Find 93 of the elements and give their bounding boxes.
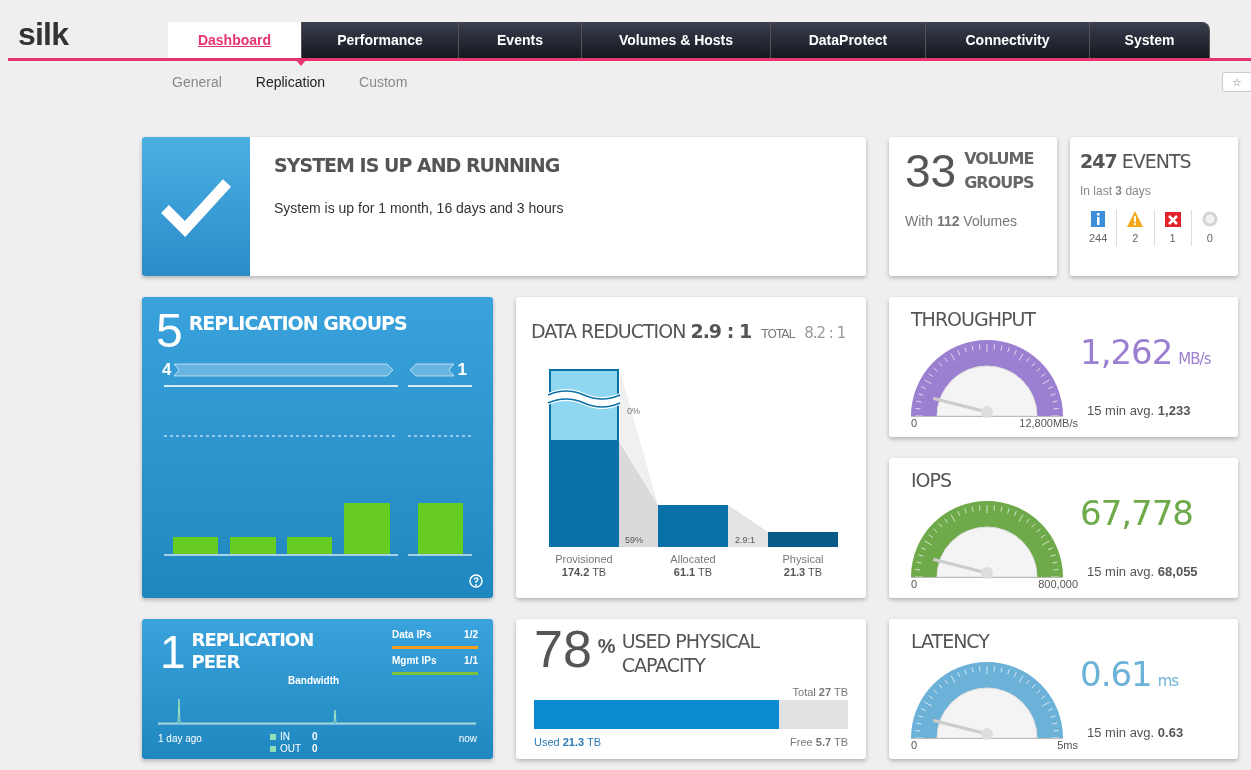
events-period: In last 3 days <box>1080 182 1152 200</box>
legend-label: IN <box>280 731 291 743</box>
legend-label: OUT <box>280 743 303 755</box>
gauge-min: 0 <box>911 418 918 429</box>
incoming-ribbon-icon <box>409 361 456 378</box>
gauge-value: 1,262 <box>1080 335 1173 369</box>
gauge-unit: ms <box>1157 671 1179 692</box>
gauge-unit: MB/s <box>1178 349 1211 370</box>
nav-tab[interactable]: System <box>1090 22 1210 58</box>
legend-swatch-icon <box>270 746 276 752</box>
gauge-needle <box>926 555 993 579</box>
percent-label: 0% <box>627 405 640 418</box>
time-start-label: 1 day ago <box>158 732 202 746</box>
bar <box>173 537 218 554</box>
percent-label: 59% <box>625 534 643 547</box>
capacity-label: USED PHYSICAL CAPACITY <box>621 629 761 677</box>
circle-icon <box>1200 209 1219 228</box>
bar <box>287 537 332 554</box>
event-count: 244 <box>1088 230 1108 246</box>
nav-tab[interactable]: DataProtect <box>771 22 926 58</box>
status-title: SYSTEM IS UP AND RUNNING <box>274 153 561 178</box>
bar <box>230 537 276 554</box>
bar-name: Physical <box>782 553 824 566</box>
percent-sign: % <box>597 634 616 659</box>
legend-value: 0 <box>312 743 318 755</box>
help-icon <box>469 574 483 588</box>
gauge-title: THROUGHPUT <box>911 307 1035 332</box>
total-ratio: 8.2 : 1 <box>804 323 846 344</box>
total-label: TOTAL <box>761 326 795 343</box>
events-title: 247 EVENTS <box>1080 149 1192 174</box>
gauge-needle <box>926 394 993 418</box>
warning-icon <box>1126 209 1145 228</box>
gauge-needle <box>926 716 993 740</box>
time-end-label: now <box>458 732 477 746</box>
nav-tab[interactable]: Dashboard <box>168 22 302 58</box>
volume-count-text: With 112 Volumes <box>905 212 1019 231</box>
gauge-min: 0 <box>911 579 918 590</box>
gauge-title: IOPS <box>911 468 952 493</box>
replication-peer-count: 1 <box>160 629 186 675</box>
bar <box>418 503 463 554</box>
gauge-max: 800,000 <box>1038 579 1078 590</box>
physical-bar <box>768 532 838 547</box>
gauge-value: 0.61 <box>1080 657 1152 691</box>
logo: silk <box>18 18 69 50</box>
total-capacity: Total 27 TB <box>792 685 848 700</box>
gauge-average: 15 min avg. 1,233 <box>1087 402 1191 420</box>
gauge-title: LATENCY <box>911 629 989 654</box>
nav-tab[interactable]: Volumes & Hosts <box>582 22 771 58</box>
replication-group-count: 5 <box>156 307 183 355</box>
capacity-percent: 78 <box>534 623 592 675</box>
bar-name: Provisioned <box>555 553 613 566</box>
bar-value: 174.2 TB <box>561 566 607 579</box>
nav-tab[interactable]: Connectivity <box>926 22 1090 58</box>
ip-label: Data IPs <box>392 628 432 642</box>
event-count: 1 <box>1169 230 1176 246</box>
bar-name: Allocated <box>670 553 716 566</box>
ip-count: 1/1 <box>464 654 478 668</box>
legend-value: 0 <box>312 731 318 743</box>
replication-groups-label: REPLICATION GROUPS <box>188 311 407 336</box>
bar-value: 21.3 TB <box>783 566 823 579</box>
legend-swatch-icon <box>270 734 276 740</box>
info-icon <box>1089 209 1108 228</box>
free-capacity: Free 5.7 TB <box>790 735 848 750</box>
gauge-average: 15 min avg. 0.63 <box>1087 724 1184 742</box>
event-count: 0 <box>1206 230 1213 246</box>
nav-tab[interactable]: Events <box>459 22 582 58</box>
error-icon <box>1163 209 1182 228</box>
bandwidth-label: Bandwidth <box>288 674 340 688</box>
event-count: 2 <box>1132 230 1139 246</box>
volume-groups-label: VOLUME GROUPS <box>964 148 1035 194</box>
allocated-bar <box>658 505 728 547</box>
nav-tab[interactable]: Performance <box>302 22 459 58</box>
gauge-min: 0 <box>911 740 918 751</box>
incoming-count: 1 <box>457 359 467 381</box>
flow-shading <box>728 505 768 547</box>
bar <box>344 503 390 554</box>
sub-tab[interactable]: Replication <box>255 72 326 93</box>
gauge-max: 5ms <box>1057 740 1078 751</box>
outgoing-ribbon-icon <box>173 361 396 378</box>
star-button[interactable]: ☆ <box>1222 72 1251 92</box>
gauge-value: 67,778 <box>1080 496 1193 530</box>
gauge-average: 15 min avg. 68,055 <box>1087 563 1198 581</box>
ratio-label: 2.9:1 <box>735 534 756 547</box>
gauge-max: 12,800MB/s <box>1019 418 1078 429</box>
volume-group-count: 33 <box>905 148 957 194</box>
outgoing-count: 4 <box>162 359 172 381</box>
data-reduction-title: DATA REDUCTION 2.9 : 1 <box>531 319 752 344</box>
used-capacity: Used 21.3 TB <box>534 735 602 750</box>
replication-peer-label: REPLICATION PEER <box>191 629 312 673</box>
ip-count: 1/2 <box>464 628 478 642</box>
bar-value: 61.1 TB <box>673 566 713 579</box>
ip-label: Mgmt IPs <box>392 654 437 668</box>
status-text: System is up for 1 month, 16 days and 3 hours <box>274 198 564 218</box>
